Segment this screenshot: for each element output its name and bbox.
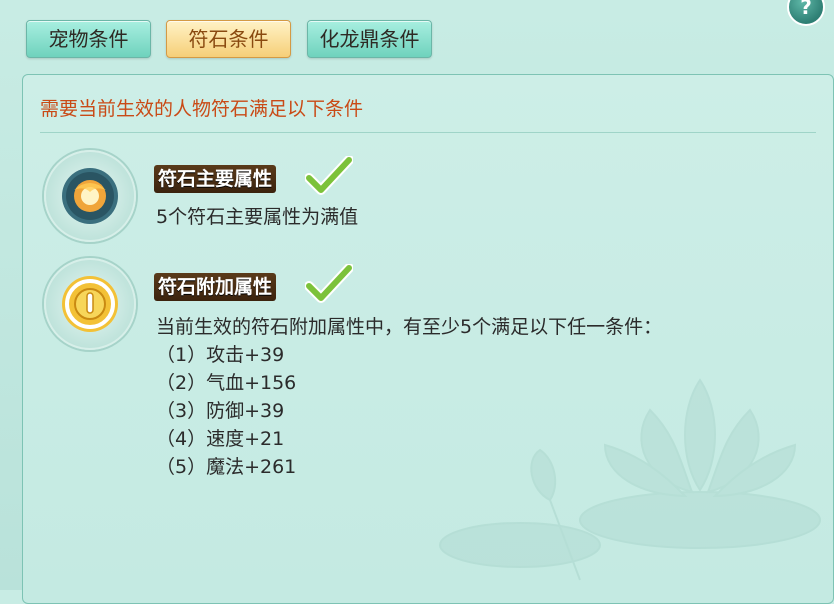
tab-pet-conditions[interactable]: 宠物条件 xyxy=(26,20,151,58)
tab-dragon-cauldron-conditions[interactable]: 化龙鼎条件 xyxy=(307,20,432,58)
rune-additional-attribute-badge xyxy=(44,258,136,350)
requirement-headline: 需要当前生效的人物符石满足以下条件 xyxy=(40,98,364,120)
checkmark-icon xyxy=(305,156,353,195)
list-item: （5）魔法+261 xyxy=(156,456,297,478)
fire-orb-icon xyxy=(62,168,118,224)
rune-additional-attribute-description: 当前生效的符石附加属性中，有至少5个满足以下任一条件： xyxy=(156,316,663,338)
rune-main-attribute-title: 符石主要属性 xyxy=(154,165,277,193)
list-item: （1）攻击+39 xyxy=(156,344,285,366)
divider xyxy=(40,132,816,133)
rune-main-attribute-description: 5个符石主要属性为满值 xyxy=(156,206,359,228)
tab-rune-conditions[interactable]: 符石条件 xyxy=(166,20,291,58)
list-item: （2）气血+156 xyxy=(156,372,297,394)
list-item: （3）防御+39 xyxy=(156,400,285,422)
rune-emblem-icon xyxy=(62,276,118,332)
rune-additional-attribute-title: 符石附加属性 xyxy=(154,273,277,301)
help-button[interactable]: ? xyxy=(787,0,825,26)
list-item: （4）速度+21 xyxy=(156,428,285,450)
rune-main-attribute-badge xyxy=(44,150,136,242)
checkmark-icon xyxy=(305,264,353,303)
lotus-decoration-icon xyxy=(439,378,821,581)
